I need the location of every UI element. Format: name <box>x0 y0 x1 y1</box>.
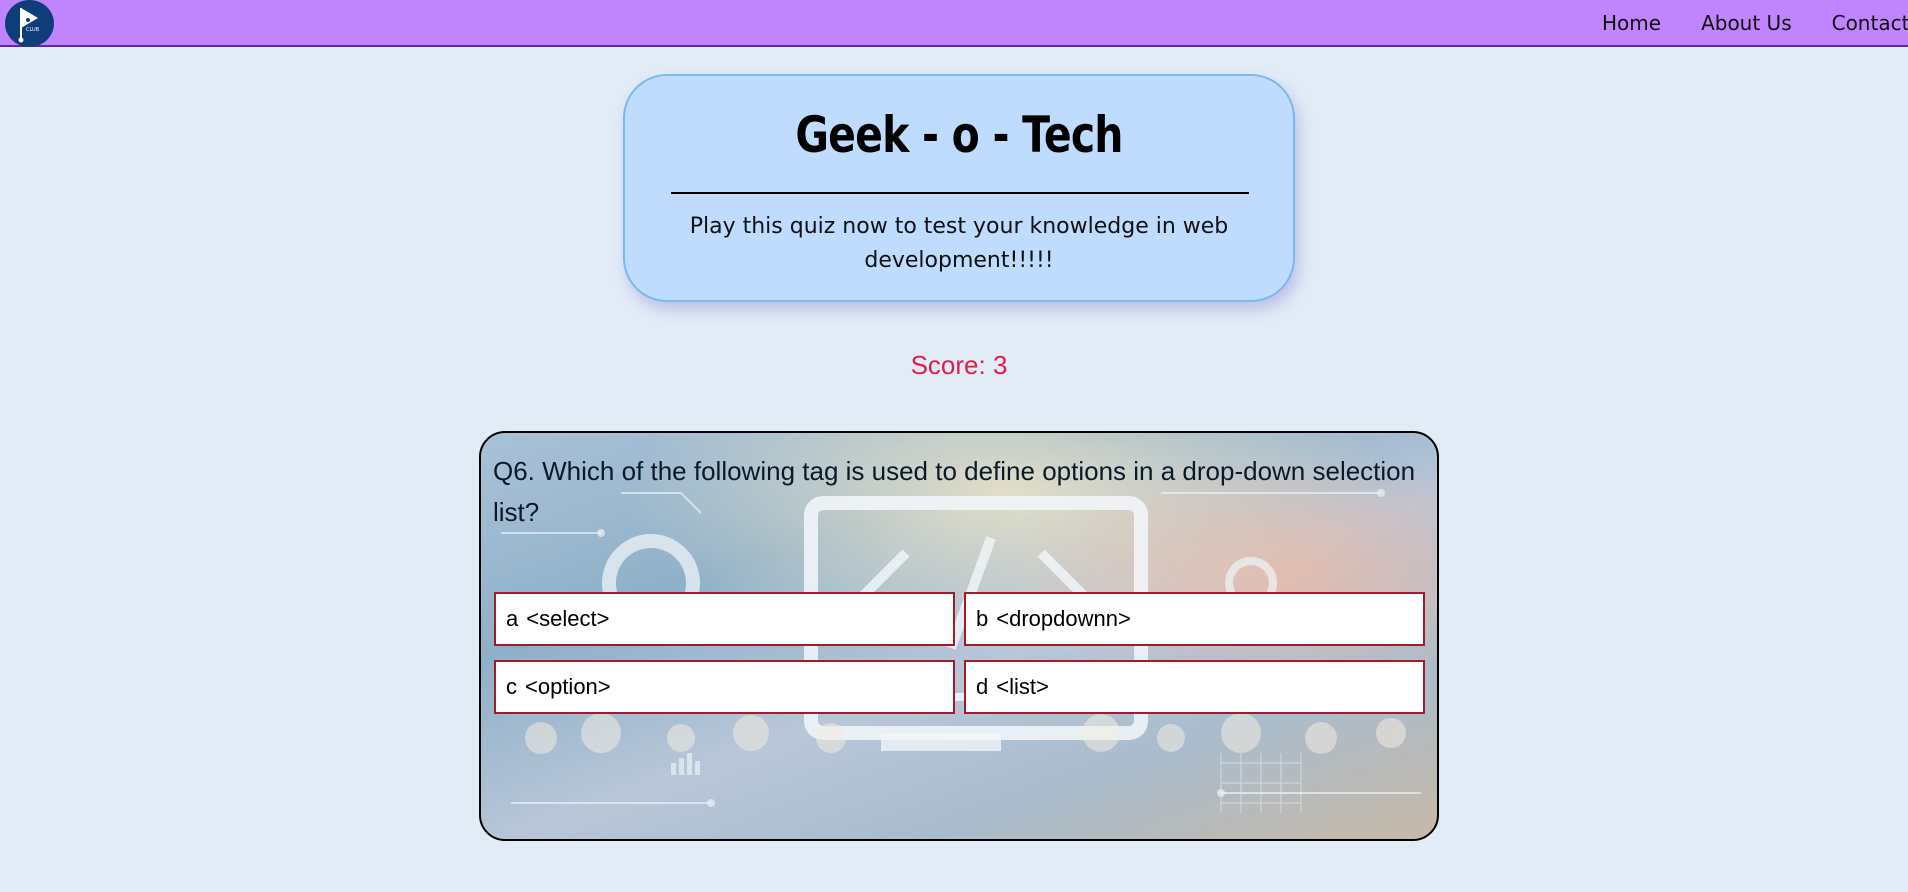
quiz-card: Q6. Which of the following tag is used t… <box>479 431 1439 841</box>
title-card: Geek - o - Tech Play this quiz now to te… <box>623 74 1295 302</box>
page-subtitle: Play this quiz now to test your knowledg… <box>689 214 1229 273</box>
question-text: Q6. Which of the following tag is used t… <box>493 456 1416 527</box>
svg-text:CLUB: CLUB <box>26 27 40 33</box>
option-text: <list> <box>996 674 1049 699</box>
option-letter: d <box>976 674 989 699</box>
option-text: <dropdownn> <box>996 606 1131 631</box>
nav-links: Home About Us Contact <box>1602 0 1908 45</box>
title-divider <box>671 192 1249 194</box>
option-a-button[interactable]: a <select> <box>494 592 955 646</box>
option-letter: c <box>506 674 517 699</box>
option-d-button[interactable]: d <list> <box>964 660 1425 714</box>
nav-about-link[interactable]: About Us <box>1701 11 1792 35</box>
option-text: <select> <box>526 606 610 631</box>
nav-contact-link[interactable]: Contact <box>1832 11 1908 35</box>
navbar: CLUB Home About Us Contact <box>0 0 1908 47</box>
option-c-button[interactable]: c <option> <box>494 660 955 714</box>
score-display: Score: 3 <box>910 350 1008 380</box>
option-b-button[interactable]: b <dropdownn> <box>964 592 1425 646</box>
page-title: Geek - o - Tech <box>795 106 1123 164</box>
option-text: <option> <box>525 674 611 699</box>
option-letter: b <box>976 606 989 631</box>
nav-home-link[interactable]: Home <box>1602 11 1661 35</box>
club-logo[interactable]: CLUB <box>5 0 54 47</box>
option-letter: a <box>506 606 519 631</box>
